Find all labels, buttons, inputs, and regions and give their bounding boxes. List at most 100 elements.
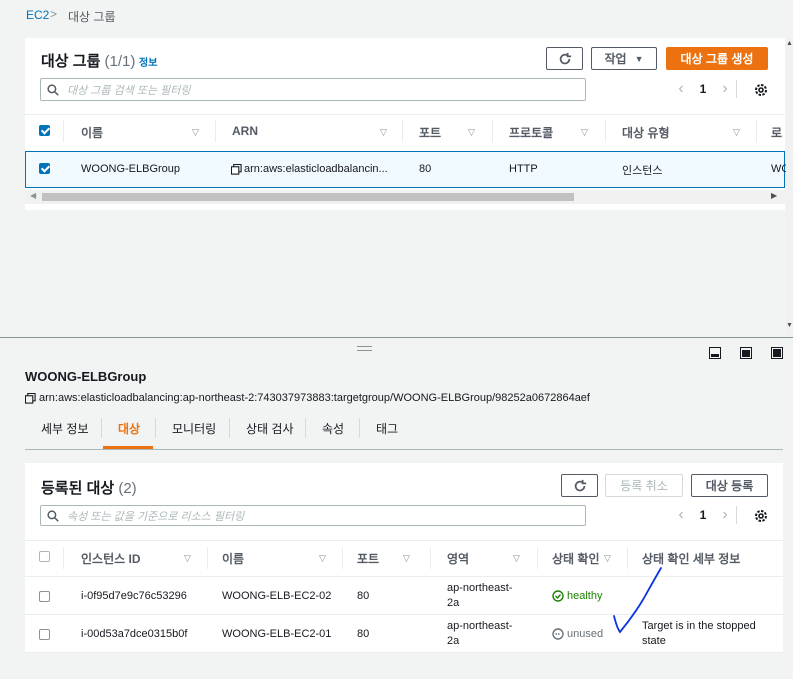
scroll-right-icon[interactable]: ▶ xyxy=(771,191,777,200)
divider xyxy=(25,652,783,653)
page-number[interactable]: 1 xyxy=(693,82,713,96)
page-number[interactable]: 1 xyxy=(693,508,713,522)
divider xyxy=(537,547,538,569)
tab-details[interactable]: 세부 정보 xyxy=(41,420,89,437)
registered-targets-title: 등록된 대상 (2) xyxy=(41,480,137,497)
divider xyxy=(25,449,783,450)
tab-attributes[interactable]: 속성 xyxy=(322,420,344,437)
row-checkbox[interactable] xyxy=(39,163,50,174)
instance-name-cell: WOONG-ELB-EC2-02 xyxy=(222,590,332,602)
scrollbar-thumb[interactable] xyxy=(42,193,574,201)
prev-page-icon[interactable]: ‹ xyxy=(669,506,693,524)
horizontal-scrollbar[interactable]: ◀ ▶ xyxy=(25,190,785,204)
deregister-button[interactable]: 등록 취소 xyxy=(605,474,683,497)
next-page-icon[interactable]: › xyxy=(713,80,737,98)
register-targets-button[interactable]: 대상 등록 xyxy=(691,474,768,497)
divider xyxy=(155,418,156,438)
sort-icon[interactable]: ▽ xyxy=(319,553,326,564)
instance-name-cell: WOONG-ELB-EC2-01 xyxy=(222,628,332,640)
divider xyxy=(25,540,783,541)
zone-cell: 2a xyxy=(447,597,460,609)
row-checkbox[interactable] xyxy=(39,591,50,602)
layout-bottom-icon[interactable] xyxy=(709,347,721,359)
column-header-health-status[interactable]: 상태 확인 xyxy=(552,550,600,567)
column-header-port[interactable]: 포트 xyxy=(419,124,441,141)
sort-icon[interactable]: ▽ xyxy=(468,127,475,138)
sort-icon[interactable]: ▽ xyxy=(192,127,199,138)
divider xyxy=(359,418,360,438)
column-header-target-type[interactable]: 대상 유형 xyxy=(622,124,670,141)
split-divider xyxy=(0,337,793,338)
target-type-cell: 인스턴스 xyxy=(622,165,663,177)
pen-annotation-stroke xyxy=(613,567,662,634)
scroll-left-icon[interactable]: ◀ xyxy=(30,191,36,200)
target-group-name-link[interactable]: WOONG-ELBGroup xyxy=(81,163,180,175)
sort-icon[interactable]: ▽ xyxy=(380,127,387,138)
breadcrumb-ec2-link[interactable]: EC2 xyxy=(26,8,49,22)
column-header-arn[interactable]: ARN xyxy=(232,124,258,138)
copy-icon[interactable] xyxy=(25,393,36,404)
sort-icon[interactable]: ▽ xyxy=(733,127,740,138)
instance-id-link[interactable]: i-0f95d7e9c76c53296 xyxy=(81,590,187,602)
check-circle-icon xyxy=(552,590,564,602)
select-all-checkbox[interactable] xyxy=(39,551,50,562)
divider xyxy=(756,120,757,142)
registered-targets-count: (2) xyxy=(118,480,137,497)
scroll-up-icon[interactable]: ▲ xyxy=(786,40,793,47)
refresh-icon xyxy=(574,479,586,491)
settings-gear-icon[interactable] xyxy=(753,508,769,524)
target-search-input[interactable]: 속성 또는 값을 기준으로 리소스 필터링 xyxy=(40,505,586,526)
sort-icon[interactable]: ▽ xyxy=(403,553,410,564)
info-link[interactable]: 정보 xyxy=(139,54,157,69)
divider xyxy=(342,547,343,569)
sort-icon[interactable]: ▽ xyxy=(581,127,588,138)
zone-cell: ap-northeast- xyxy=(447,582,513,594)
layout-middle-icon[interactable] xyxy=(740,347,752,359)
target-groups-count: (1/1) xyxy=(104,53,136,70)
refresh-button[interactable] xyxy=(546,47,583,70)
copy-icon[interactable] xyxy=(231,164,242,175)
actions-button[interactable]: 작업 ▼ xyxy=(591,47,657,70)
divider xyxy=(63,547,64,569)
column-header-port[interactable]: 포트 xyxy=(357,550,379,567)
pagination: ‹ 1 › xyxy=(669,506,737,524)
next-page-icon[interactable]: › xyxy=(713,506,737,524)
column-header-protocol[interactable]: 프로토콜 xyxy=(509,124,553,141)
tab-tags[interactable]: 태그 xyxy=(376,420,398,437)
pagination: ‹ 1 › xyxy=(669,80,737,98)
drag-handle-icon[interactable] xyxy=(357,346,372,351)
scroll-down-icon[interactable]: ▼ xyxy=(786,322,793,329)
instance-id-link[interactable]: i-00d53a7dce0315b0f xyxy=(81,628,187,640)
actions-label: 작업 xyxy=(604,52,627,66)
divider xyxy=(63,120,64,142)
prev-page-icon[interactable]: ‹ xyxy=(669,80,693,98)
tab-health-checks[interactable]: 상태 검사 xyxy=(246,420,294,437)
refresh-button[interactable] xyxy=(561,474,598,497)
tab-targets[interactable]: 대상 xyxy=(118,420,140,437)
layout-full-icon[interactable] xyxy=(771,347,783,359)
health-status-healthy: healthy xyxy=(567,590,603,602)
divider xyxy=(430,547,431,569)
caret-down-icon: ▼ xyxy=(634,53,644,64)
divider xyxy=(736,506,737,524)
minus-circle-icon xyxy=(552,628,564,640)
column-header-zone[interactable]: 영역 xyxy=(447,550,469,567)
column-header-instance-id[interactable]: 인스턴스 ID xyxy=(81,550,141,567)
create-target-group-button[interactable]: 대상 그룹 생성 xyxy=(666,47,768,70)
sort-icon[interactable]: ▽ xyxy=(513,553,520,564)
select-all-checkbox[interactable] xyxy=(39,125,50,136)
arn-cell: arn:aws:elasticloadbalancin... xyxy=(244,163,388,175)
settings-gear-icon[interactable] xyxy=(753,82,769,98)
target-group-search-input[interactable]: 대상 그룹 검색 또는 필터링 xyxy=(40,78,586,101)
column-header-name[interactable]: 이름 xyxy=(81,124,103,141)
sort-icon[interactable]: ▽ xyxy=(184,553,191,564)
search-icon xyxy=(47,83,59,96)
vertical-scrollbar[interactable]: ▲ ▼ xyxy=(786,38,793,336)
divider xyxy=(25,114,785,115)
column-header-name[interactable]: 이름 xyxy=(222,550,244,567)
column-header-load-balancer[interactable]: 로 xyxy=(771,124,782,141)
tab-monitoring[interactable]: 모니터링 xyxy=(172,420,216,437)
search-placeholder: 대상 그룹 검색 또는 필터링 xyxy=(67,84,191,97)
row-checkbox[interactable] xyxy=(39,629,50,640)
health-status-unused: unused xyxy=(567,628,604,640)
